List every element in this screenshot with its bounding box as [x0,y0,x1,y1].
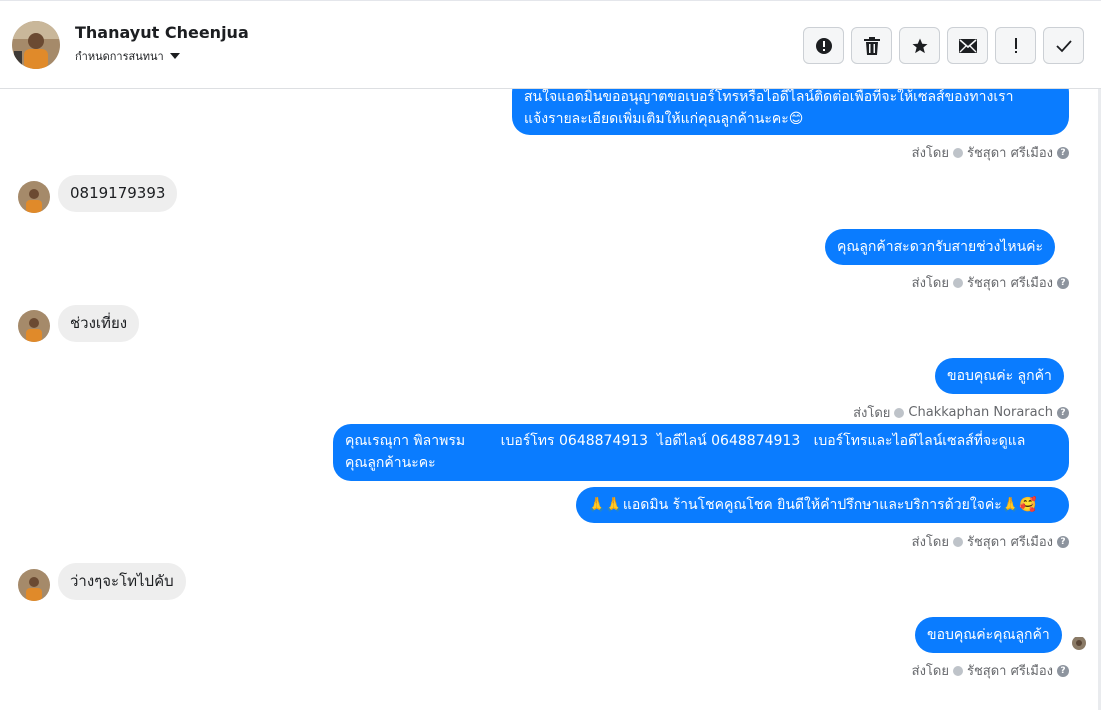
sent-by-meta: ส่งโดย รัชสุดา ศรีเมือง ? [912,142,1069,163]
caret-down-icon [169,53,180,59]
contact-avatar[interactable] [12,21,60,69]
alert-circle-icon [815,37,832,54]
sent-by-meta: ส่งโดย รัชสุดา ศรีเมือง ? [912,531,1069,552]
incoming-message[interactable]: ว่างๆจะโทไปคับ [58,563,186,600]
contact-avatar-small[interactable] [18,310,50,342]
sent-by-label: ส่งโดย [911,664,949,679]
help-icon[interactable]: ? [1057,276,1069,289]
star-icon [912,38,927,53]
contact-avatar-small[interactable] [18,181,50,213]
help-icon[interactable]: ? [1057,146,1069,159]
outgoing-message[interactable]: คุณลูกค้าสะดวกรับสายช่วงไหนค่ะ [825,229,1056,265]
help-icon[interactable]: ? [1057,535,1069,548]
delete-button[interactable] [851,27,892,64]
conversation-window: Thanayut Cheenjua กำหนดการสนทนา สนใจแอดม… [0,0,1101,710]
spam-button[interactable] [995,27,1036,64]
checkmark-icon [1055,39,1072,52]
help-icon[interactable]: ? [1057,664,1069,677]
contact-name[interactable]: Thanayut Cheenjua [75,23,249,42]
message-line: แจ้งรายละเอียดเพิ่มเติมให้แก่คุณลูกค้านะ… [524,111,804,127]
done-button[interactable] [1043,27,1084,64]
message-line: สนใจแอดมินขออนุญาตขอเบอร์โทรหรือไอดีไลน์… [524,89,1014,105]
sent-by-label: ส่งโดย [853,406,891,421]
outgoing-message[interactable]: ขอบคุณค่ะคุณลูกค้า [915,617,1062,653]
message-line: คุณเรณุกา พิลาพรม เบอร์โทร 0648874913 ไอ… [345,433,1026,449]
verified-icon [952,536,963,547]
sender-name: รัชสุดา ศรีเมือง [966,664,1053,679]
sent-by-meta: ส่งโดย รัชสุดา ศรีเมือง ? [912,660,1069,681]
sent-by-meta: ส่งโดย Chakkaphan Norarach ? [853,402,1069,423]
sent-by-label: ส่งโดย [911,146,949,161]
exclamation-icon [1014,37,1017,53]
header-actions [803,27,1084,64]
outgoing-message[interactable]: ขอบคุณค่ะ ลูกค้า [935,358,1064,394]
verified-icon [952,147,963,158]
help-icon[interactable]: ? [1057,406,1069,419]
verified-icon [894,407,905,418]
verified-icon [952,277,963,288]
conversation-subtitle: กำหนดการสนทนา [75,50,164,63]
sent-by-label: ส่งโดย [911,535,949,550]
mark-unread-button[interactable] [947,27,988,64]
alert-button[interactable] [803,27,844,64]
verified-icon [952,665,963,676]
conversation-schedule[interactable]: กำหนดการสนทนา [75,47,180,65]
outgoing-message[interactable]: คุณเรณุกา พิลาพรม เบอร์โทร 0648874913 ไอ… [333,424,1069,481]
star-button[interactable] [899,27,940,64]
sender-name: Chakkaphan Norarach [908,405,1053,420]
sent-by-meta: ส่งโดย รัชสุดา ศรีเมือง ? [912,272,1069,293]
contact-avatar-small[interactable] [18,569,50,601]
conversation-header: Thanayut Cheenjua กำหนดการสนทนา [0,0,1101,89]
envelope-icon [958,38,977,53]
sent-by-label: ส่งโดย [911,276,949,291]
incoming-message[interactable]: 0819179393 [58,175,178,212]
incoming-message[interactable]: ช่วงเที่ยง [58,305,140,342]
sender-name: รัชสุดา ศรีเมือง [966,276,1053,291]
message-line: คุณลูกค้านะคะ [345,455,436,471]
sender-name: รัชสุดา ศรีเมือง [966,535,1053,550]
read-receipt-avatar [1072,636,1086,650]
trash-icon [863,36,880,55]
sender-name: รัชสุดา ศรีเมือง [966,146,1053,161]
outgoing-message[interactable]: 🙏🙏แอดมิน ร้านโชคคูณโชค ยินดีให้คำปรึกษาแ… [576,487,1069,523]
